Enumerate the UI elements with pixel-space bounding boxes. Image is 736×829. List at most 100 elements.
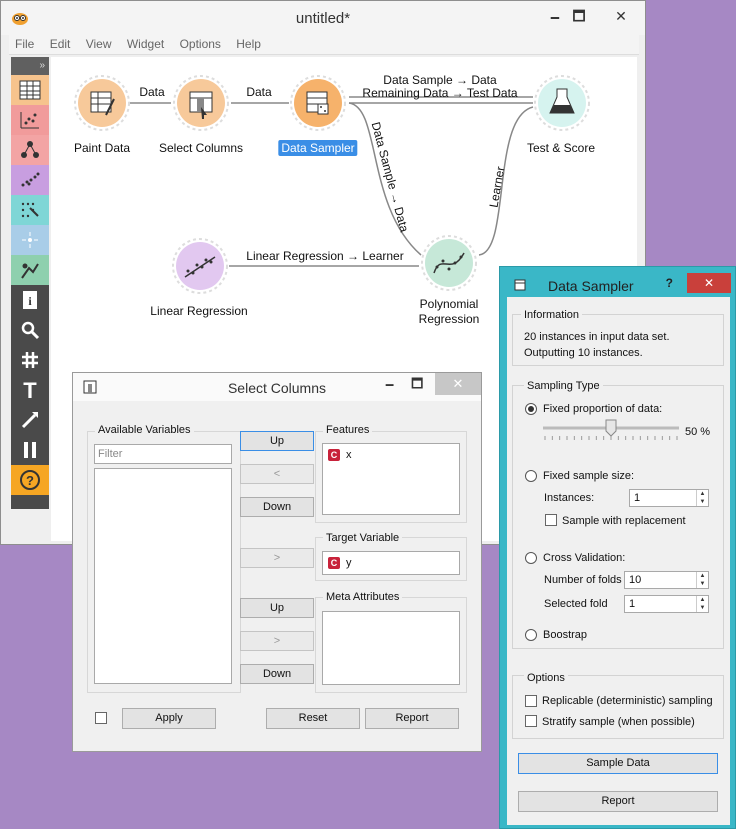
data-sampler-body: Information 20 instances in input data s…: [507, 297, 730, 825]
cross-validation-radio[interactable]: [525, 552, 537, 564]
test-and-score-node[interactable]: [534, 75, 590, 131]
sample-data-button[interactable]: Sample Data: [518, 753, 718, 774]
menu-options[interactable]: Options: [174, 35, 227, 53]
sample-with-replacement-checkbox[interactable]: [545, 514, 557, 526]
features-down-button[interactable]: Down: [240, 497, 314, 517]
stratify-label: Stratify sample (when possible): [542, 716, 695, 728]
reset-button[interactable]: Reset: [266, 708, 360, 729]
list-item[interactable]: C x: [328, 449, 352, 461]
available-variables-label: Available Variables: [95, 424, 194, 436]
filter-input[interactable]: Filter: [94, 444, 232, 464]
maximize-button[interactable]: 🗖: [565, 7, 593, 25]
report-button[interactable]: Report: [365, 708, 459, 729]
spin-arrows-icon[interactable]: ▲ ▼: [696, 572, 708, 588]
data-sampler-report-button[interactable]: Report: [518, 791, 718, 812]
proportion-slider[interactable]: [543, 417, 683, 443]
text-annotation-icon[interactable]: T: [11, 375, 49, 405]
toolbox-collapse[interactable]: »: [11, 57, 49, 75]
pause-icon[interactable]: [11, 435, 49, 465]
slider-handle[interactable]: [605, 419, 617, 437]
folds-spinbox[interactable]: 10 ▲ ▼: [624, 571, 709, 589]
move-right-target-button[interactable]: >: [240, 548, 314, 568]
selected-fold-value: 1: [629, 598, 636, 610]
zoom-icon[interactable]: [11, 315, 49, 345]
variable-name: y: [346, 557, 352, 569]
menu-widget[interactable]: Widget: [121, 35, 170, 53]
stratify-checkbox[interactable]: [525, 715, 537, 727]
move-right-meta-button[interactable]: >: [240, 631, 314, 651]
replicable-checkbox[interactable]: [525, 695, 537, 707]
select-columns-close-button[interactable]: ✕: [435, 373, 481, 395]
meta-attributes-label: Meta Attributes: [323, 591, 403, 603]
evaluate-category-icon[interactable]: [11, 165, 49, 195]
close-button[interactable]: ✕: [601, 7, 641, 25]
target-variable-list[interactable]: C y: [322, 551, 460, 575]
help-icon[interactable]: ?: [11, 465, 49, 495]
fixed-size-radio[interactable]: [525, 470, 537, 482]
select-columns-node[interactable]: [173, 75, 229, 131]
linear-regression-node[interactable]: [172, 238, 228, 294]
link-poly-test[interactable]: [478, 106, 534, 256]
paint-data-node[interactable]: [74, 75, 130, 131]
data-category-icon[interactable]: [11, 75, 49, 105]
grid-icon[interactable]: [11, 345, 49, 375]
widget-toolbox: » i T ?: [11, 57, 49, 509]
menu-file[interactable]: File: [9, 35, 40, 53]
list-item[interactable]: C y: [328, 557, 352, 569]
boostrap-radio[interactable]: [525, 629, 537, 641]
move-left-button[interactable]: <: [240, 464, 314, 484]
menu-edit[interactable]: Edit: [44, 35, 77, 53]
auto-apply-checkbox[interactable]: [95, 712, 107, 724]
meta-up-button[interactable]: Up: [240, 598, 314, 618]
options-label: Options: [524, 672, 568, 684]
svg-text:T: T: [23, 379, 37, 401]
select-columns-minimize-button[interactable]: 🗕: [385, 375, 394, 397]
link-label-linreg-learner: Linear Regression → Learner: [246, 249, 404, 263]
polynomial-regression-node[interactable]: [421, 235, 477, 291]
link-label-data-1: Data: [139, 85, 165, 99]
prototypes-category-icon[interactable]: [11, 255, 49, 285]
select-columns-window: Select Columns 🗕 🗖 ✕ Available Variables…: [72, 372, 482, 752]
instances-spinbox[interactable]: 1 ▲ ▼: [629, 489, 709, 507]
features-list[interactable]: C x: [322, 443, 460, 515]
select-columns-maximize-button[interactable]: 🗖: [411, 375, 423, 397]
instances-label: Instances:: [544, 492, 595, 504]
svg-text:?: ?: [26, 473, 34, 488]
sampling-type-label: Sampling Type: [524, 380, 603, 392]
spin-arrows-icon[interactable]: ▲ ▼: [696, 596, 708, 612]
paint-data-label: Paint Data: [73, 141, 131, 155]
replicable-label: Replicable (deterministic) sampling: [542, 695, 713, 707]
information-label: Information: [521, 309, 583, 321]
data-sampler-close-button[interactable]: ✕: [687, 273, 731, 293]
selected-fold-spinbox[interactable]: 1 ▲ ▼: [624, 595, 709, 613]
model-category-icon[interactable]: [11, 135, 49, 165]
data-sampler-titlebar: Data Sampler ? ✕: [500, 267, 735, 297]
meta-down-button[interactable]: Down: [240, 664, 314, 684]
available-variables-list[interactable]: [94, 468, 232, 684]
continuous-variable-icon: C: [328, 557, 340, 569]
menu-view[interactable]: View: [80, 35, 118, 53]
unsupervised-category-icon[interactable]: [11, 195, 49, 225]
apply-button[interactable]: Apply: [122, 708, 216, 729]
data-sampler-node[interactable]: [290, 75, 346, 131]
help-button[interactable]: ?: [666, 276, 673, 290]
number-of-folds-label: Number of folds: [544, 574, 622, 586]
features-up-button[interactable]: Up: [240, 431, 314, 451]
select-columns-titlebar: Select Columns 🗕 🗖 ✕: [73, 373, 481, 401]
linear-regression-label: Linear Regression: [150, 304, 248, 318]
info-icon[interactable]: i: [11, 285, 49, 315]
variable-name: x: [346, 449, 352, 461]
fixed-proportion-radio[interactable]: [525, 403, 537, 415]
data-sampler-window-icon: [514, 279, 526, 291]
test-score-label: Test & Score: [526, 141, 596, 155]
spin-arrows-icon[interactable]: ▲ ▼: [696, 490, 708, 506]
menu-help[interactable]: Help: [230, 35, 267, 53]
info-output-text: Outputting 10 instances.: [524, 347, 643, 359]
sample-with-replacement-label: Sample with replacement: [562, 515, 686, 527]
title-bar: untitled* 🗕 🗖 ✕: [1, 1, 645, 35]
meta-attributes-list[interactable]: [322, 611, 460, 685]
arrow-annotation-icon[interactable]: [11, 405, 49, 435]
proportion-value: 50 %: [685, 426, 711, 438]
text-mining-category-icon[interactable]: [11, 225, 49, 255]
visualize-category-icon[interactable]: [11, 105, 49, 135]
